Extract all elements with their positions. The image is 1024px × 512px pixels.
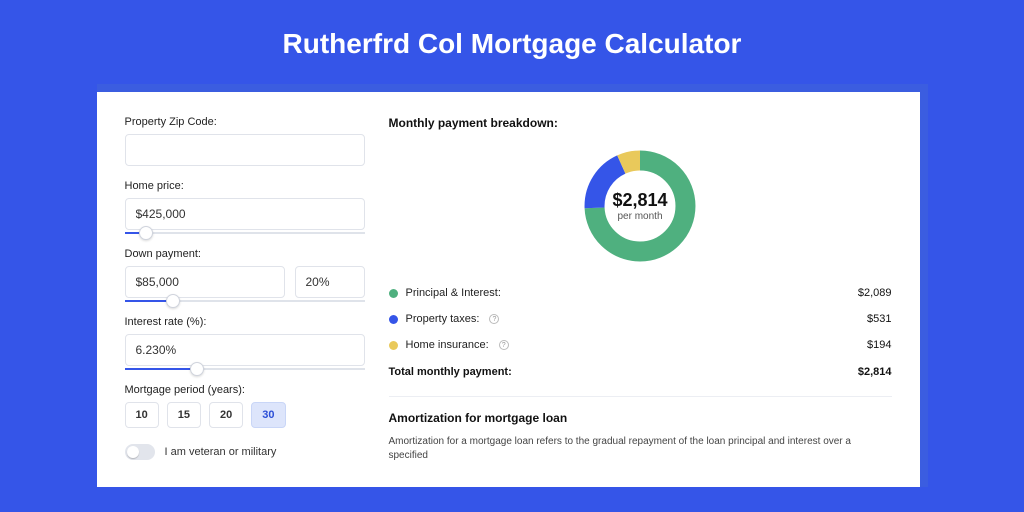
form-column: Property Zip Code: Home price: Down paym… [125,116,365,463]
home-price-field: Home price: [125,180,365,234]
legend-value: $194 [867,339,891,351]
down-payment-pct-input[interactable] [295,266,365,298]
legend-row-principal: Principal & Interest: $2,089 [389,280,892,306]
donut-chart: $2,814 per month [580,146,700,266]
rate-input[interactable] [125,334,365,366]
period-option-20[interactable]: 20 [209,402,243,428]
legend-label: Home insurance: [406,339,489,351]
veteran-label: I am veteran or military [165,446,277,458]
donut-chart-wrap: $2,814 per month [389,140,892,280]
amortization-section: Amortization for mortgage loan Amortizat… [389,396,892,463]
total-value: $2,814 [858,366,892,378]
veteran-row: I am veteran or military [125,444,365,460]
calculator-frame: Property Zip Code: Home price: Down paym… [97,84,928,487]
dot-icon [389,315,398,324]
slider-thumb[interactable] [139,226,153,240]
donut-center: $2,814 per month [580,146,700,266]
toggle-knob [127,446,139,458]
amortization-title: Amortization for mortgage loan [389,411,892,425]
breakdown-title: Monthly payment breakdown: [389,116,892,130]
home-price-input[interactable] [125,198,365,230]
down-payment-field: Down payment: [125,248,365,302]
period-option-10[interactable]: 10 [125,402,159,428]
veteran-toggle[interactable] [125,444,155,460]
legend-total-row: Total monthly payment: $2,814 [389,358,892,378]
slider-thumb[interactable] [190,362,204,376]
period-field: Mortgage period (years): 10 15 20 30 [125,384,365,428]
total-label: Total monthly payment: [389,366,512,378]
dot-icon [389,341,398,350]
legend-label: Principal & Interest: [406,287,501,299]
legend-label: Property taxes: [406,313,480,325]
donut-amount: $2,814 [612,190,667,211]
rate-slider[interactable] [125,368,365,370]
home-price-label: Home price: [125,180,365,192]
calculator-card: Property Zip Code: Home price: Down paym… [97,92,920,487]
period-option-30[interactable]: 30 [251,402,285,428]
info-icon[interactable]: ? [489,314,499,324]
amortization-text: Amortization for a mortgage loan refers … [389,435,892,463]
rate-label: Interest rate (%): [125,316,365,328]
down-payment-input[interactable] [125,266,285,298]
down-payment-slider[interactable] [125,300,365,302]
zip-label: Property Zip Code: [125,116,365,128]
legend-row-insurance: Home insurance: ? $194 [389,332,892,358]
period-label: Mortgage period (years): [125,384,365,396]
legend-value: $531 [867,313,891,325]
donut-sub: per month [617,211,662,222]
slider-thumb[interactable] [166,294,180,308]
down-payment-label: Down payment: [125,248,365,260]
info-icon[interactable]: ? [499,340,509,350]
zip-field: Property Zip Code: [125,116,365,166]
home-price-slider[interactable] [125,232,365,234]
rate-field: Interest rate (%): [125,316,365,370]
legend-value: $2,089 [858,287,892,299]
page-title: Rutherfrd Col Mortgage Calculator [0,0,1024,84]
period-option-15[interactable]: 15 [167,402,201,428]
breakdown-column: Monthly payment breakdown: $2,814 per mo… [389,116,892,463]
dot-icon [389,289,398,298]
zip-input[interactable] [125,134,365,166]
legend-row-taxes: Property taxes: ? $531 [389,306,892,332]
